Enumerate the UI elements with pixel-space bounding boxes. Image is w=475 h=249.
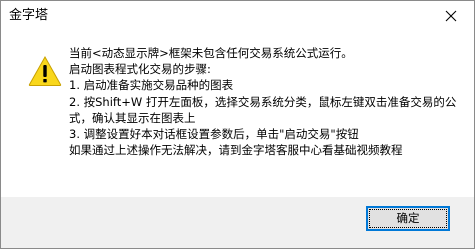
ok-button[interactable]: 确定: [366, 206, 450, 231]
ok-button-label: 确定: [369, 209, 447, 228]
dialog-footer: 确定: [1, 197, 474, 248]
window-title: 金字塔: [9, 8, 49, 23]
message-line-3: 1. 启动准备实施交易品种的图表: [69, 78, 234, 93]
message-line-2: 启动图表程式化交易的步骤:: [69, 62, 211, 77]
message-line-6: 如果通过上述操作无法解决，请到金字塔客服中心看基础视频教程: [69, 143, 403, 158]
close-button[interactable]: [428, 1, 474, 31]
close-x-icon: [445, 10, 457, 22]
message-text: 当前<动态显示牌>框架未包含任何交易系统公式运行。 启动图表程式化交易的步骤: …: [69, 45, 465, 158]
warning-triangle-icon: [28, 55, 62, 87]
message-line-1: 当前<动态显示牌>框架未包含任何交易系统公式运行。: [69, 46, 353, 60]
message-line-5: 3. 调整设置好本对话框设置参数后，单击"启动交易"按钮: [69, 127, 359, 142]
title-bar[interactable]: 金字塔: [1, 1, 474, 31]
dialog-content: 当前<动态显示牌>框架未包含任何交易系统公式运行。 启动图表程式化交易的步骤: …: [1, 31, 474, 197]
message-dialog: 金字塔 当前<动态显示牌>框架未包含任何交易系统公式运行。 启动图表程式化交易的…: [0, 0, 475, 249]
message-line-4: 2. 按Shift+W 打开左面板，选择交易系统分类，鼠标左键双击准备交易的公式…: [69, 94, 457, 125]
